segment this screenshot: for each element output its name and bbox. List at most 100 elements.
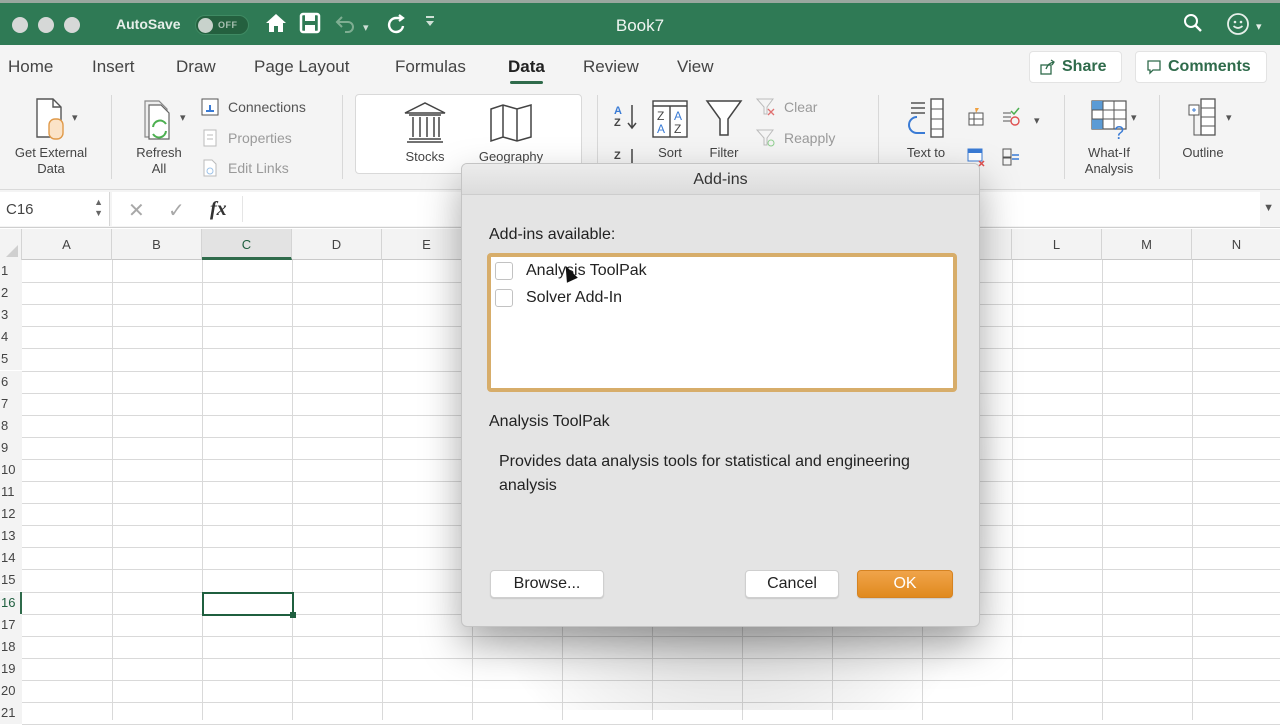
edit-links-label: Edit Links <box>228 160 289 176</box>
row-header-16[interactable]: 16 <box>0 591 22 614</box>
row-header-7[interactable]: 7 <box>0 392 22 415</box>
add-ins-dialog: Add-ins Add-ins available: Analysis Tool… <box>461 163 980 627</box>
row-header-2[interactable]: 2 <box>0 282 22 305</box>
tab-insert[interactable]: Insert <box>92 57 135 77</box>
account-dropdown-icon[interactable]: ▾ <box>1256 20 1262 33</box>
row-header-12[interactable]: 12 <box>0 503 22 526</box>
cancel-formula-icon[interactable]: ✕ <box>128 198 145 223</box>
ok-button[interactable]: OK <box>857 570 953 598</box>
cancel-button[interactable]: Cancel <box>745 570 839 598</box>
solver-add-in-checkbox[interactable] <box>495 289 513 307</box>
clear-filter-button[interactable]: Clear <box>756 97 817 117</box>
row-header-19[interactable]: 19 <box>0 657 22 680</box>
data-validation-button[interactable] <box>1001 107 1021 127</box>
tab-page-layout[interactable]: Page Layout <box>254 57 349 77</box>
tab-formulas[interactable]: Formulas <box>395 57 466 77</box>
column-header-a[interactable]: A <box>22 229 112 260</box>
column-header-n[interactable]: N <box>1192 229 1280 260</box>
name-box-stepper-icon[interactable]: ▲ ▼ <box>94 197 103 219</box>
select-all-button[interactable] <box>0 229 22 260</box>
browse-button[interactable]: Browse... <box>490 570 604 598</box>
row-header-17[interactable]: 17 <box>0 613 22 636</box>
minimize-window-button[interactable] <box>38 17 54 33</box>
consolidate-button[interactable] <box>1001 147 1021 167</box>
sort-button[interactable]: Z A A Z Sort <box>647 97 693 161</box>
row-header-11[interactable]: 11 <box>0 481 22 504</box>
row-header-14[interactable]: 14 <box>0 547 22 570</box>
analysis-toolpak-checkbox[interactable] <box>495 262 513 280</box>
column-header-d[interactable]: D <box>292 229 382 260</box>
filter-button[interactable]: Filter <box>701 97 747 161</box>
add-in-name: Solver Add-In <box>526 289 623 306</box>
search-icon[interactable] <box>1182 12 1204 39</box>
save-icon[interactable] <box>299 12 321 39</box>
add-ins-list[interactable]: Analysis ToolPak Solver Add-In <box>487 253 957 392</box>
tab-view[interactable]: View <box>677 57 714 77</box>
refresh-dropdown-icon[interactable]: ▾ <box>180 111 186 124</box>
row-header-15[interactable]: 15 <box>0 569 22 592</box>
bank-icon <box>404 102 446 143</box>
edit-links-button[interactable]: Edit Links <box>200 158 289 178</box>
undo-icon[interactable] <box>334 12 356 39</box>
flash-fill-button[interactable] <box>966 107 986 127</box>
get-external-data-button[interactable]: Get External Data <box>4 97 98 177</box>
column-header-b[interactable]: B <box>112 229 202 260</box>
row-header-20[interactable]: 20 <box>0 679 22 702</box>
what-if-analysis-button[interactable]: ? What-If Analysis <box>1074 97 1144 177</box>
reapply-filter-button[interactable]: Reapply <box>756 128 835 148</box>
outline-button[interactable]: Outline <box>1170 97 1236 161</box>
tab-draw[interactable]: Draw <box>176 57 216 77</box>
close-window-button[interactable] <box>12 17 28 33</box>
row-header-13[interactable]: 13 <box>0 525 22 548</box>
outline-dropdown-icon[interactable]: ▾ <box>1226 111 1232 124</box>
active-cell[interactable] <box>202 591 296 618</box>
fill-handle[interactable] <box>290 611 296 618</box>
row-header-5[interactable]: 5 <box>0 348 22 371</box>
row-header-10[interactable]: 10 <box>0 458 22 481</box>
comments-button[interactable]: Comments <box>1135 51 1267 83</box>
connections-button[interactable]: Connections <box>200 97 306 117</box>
home-icon[interactable] <box>264 12 288 39</box>
data-validation-dropdown-icon[interactable]: ▾ <box>1034 114 1040 127</box>
insert-function-icon[interactable]: fx <box>210 198 227 221</box>
geography-button[interactable]: Geography <box>468 101 554 165</box>
share-label: Share <box>1062 58 1107 75</box>
sort-a-z-button[interactable]: A Z <box>612 101 640 133</box>
expand-formula-bar-icon[interactable]: ▼ <box>1263 202 1274 214</box>
column-header-c[interactable]: C <box>202 229 292 260</box>
sort-z-a-button[interactable]: Z <box>612 145 640 165</box>
enter-formula-icon[interactable]: ✓ <box>168 198 185 223</box>
tab-home[interactable]: Home <box>8 57 53 77</box>
properties-button[interactable]: Properties <box>200 128 292 148</box>
outline-icon <box>1188 98 1216 136</box>
row-header-18[interactable]: 18 <box>0 635 22 658</box>
column-header-m[interactable]: M <box>1102 229 1192 260</box>
customize-toolbar-icon[interactable] <box>424 12 436 37</box>
name-box[interactable]: C16 ▲ ▼ <box>0 192 110 226</box>
row-header-1[interactable]: 1 <box>0 260 22 283</box>
refresh-all-button[interactable]: Refresh All <box>126 97 192 177</box>
get-external-data-dropdown-icon[interactable]: ▾ <box>72 111 78 124</box>
tab-review[interactable]: Review <box>583 57 639 77</box>
text-to-columns-button[interactable]: Text to <box>896 97 956 161</box>
row-header-9[interactable]: 9 <box>0 436 22 459</box>
redo-icon[interactable] <box>386 12 408 39</box>
what-if-dropdown-icon[interactable]: ▾ <box>1131 111 1137 124</box>
account-icon[interactable] <box>1226 12 1250 41</box>
tab-data[interactable]: Data <box>508 57 545 84</box>
undo-dropdown-icon[interactable]: ▾ <box>363 21 369 34</box>
svg-text:A: A <box>674 109 682 123</box>
text-to-columns-icon <box>908 98 944 138</box>
row-header-8[interactable]: 8 <box>0 414 22 437</box>
row-header-3[interactable]: 3 <box>0 304 22 327</box>
get-external-data-label-1: Get External <box>14 145 88 160</box>
add-in-item-solver[interactable]: Solver Add-In <box>495 287 622 309</box>
zoom-window-button[interactable] <box>64 17 80 33</box>
share-button[interactable]: Share <box>1029 51 1122 83</box>
row-header-21[interactable]: 21 <box>0 702 22 725</box>
autosave-toggle[interactable]: OFF <box>195 15 249 35</box>
stocks-button[interactable]: Stocks <box>386 101 464 165</box>
data-validation-icon <box>1003 107 1020 126</box>
row-header-6[interactable]: 6 <box>0 370 22 393</box>
row-header-4[interactable]: 4 <box>0 326 22 349</box>
